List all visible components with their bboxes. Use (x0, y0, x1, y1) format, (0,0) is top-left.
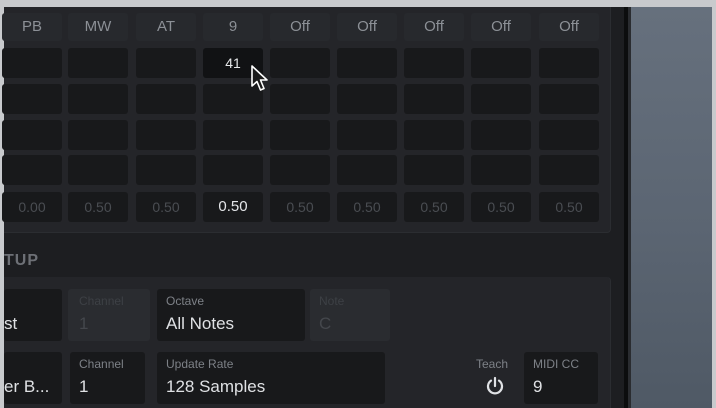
matrix-cell[interactable] (136, 120, 196, 150)
matrix-cell[interactable] (270, 155, 330, 185)
matrix-cell[interactable] (136, 48, 196, 78)
matrix-cell[interactable] (270, 120, 330, 150)
matrix-cell[interactable] (539, 120, 599, 150)
matrix-cell[interactable] (337, 155, 397, 185)
matrix-cell[interactable] (337, 120, 397, 150)
matrix-cell[interactable] (471, 48, 531, 78)
matrix-cell[interactable] (136, 155, 196, 185)
matrix-cell[interactable] (136, 84, 196, 114)
midi-cc-field[interactable]: MIDI CC 9 (524, 352, 598, 404)
amount-value-active[interactable]: 0.50 (203, 192, 263, 222)
matrix-cell[interactable] (2, 48, 62, 78)
amount-value[interactable]: 0.50 (337, 192, 397, 222)
channel-field-disabled: Channel 1 (68, 289, 150, 341)
column-header-off-4[interactable]: Off (471, 13, 531, 41)
column-header-off-5[interactable]: Off (539, 13, 599, 41)
amount-value[interactable]: 0.50 (471, 192, 531, 222)
matrix-cell[interactable] (270, 84, 330, 114)
power-icon (486, 376, 504, 395)
matrix-cell[interactable] (270, 48, 330, 78)
source-field[interactable]: st (4, 289, 62, 341)
note-label: Note (319, 294, 345, 308)
note-field-disabled: Note C (310, 289, 390, 341)
channel-label: Channel (79, 357, 124, 371)
octave-value: All Notes (166, 314, 235, 333)
matrix-cell[interactable] (2, 120, 62, 150)
teach-label: Teach (476, 357, 509, 371)
matrix-cell[interactable] (404, 155, 464, 185)
source-type-field[interactable]: er B... (4, 352, 62, 404)
matrix-cell[interactable] (539, 48, 599, 78)
matrix-cell[interactable] (337, 48, 397, 78)
matrix-cell[interactable] (471, 155, 531, 185)
source-type-value: er B... (4, 377, 50, 396)
matrix-cell[interactable] (2, 84, 62, 114)
matrix-cell[interactable] (68, 120, 128, 150)
note-value: C (319, 314, 332, 333)
column-header-at[interactable]: AT (136, 13, 196, 41)
matrix-cell[interactable] (404, 120, 464, 150)
column-header-off-1[interactable]: Off (270, 13, 330, 41)
channel-label: Channel (79, 294, 124, 308)
column-header-off-2[interactable]: Off (337, 13, 397, 41)
teach-button[interactable]: Teach (469, 352, 519, 404)
mouse-pointer-icon (251, 65, 268, 91)
amount-value[interactable]: 0.00 (2, 192, 62, 222)
section-title-setup: TUP (4, 252, 39, 269)
midi-cc-value: 9 (533, 377, 543, 396)
midi-cc-label: MIDI CC (533, 357, 579, 371)
channel-value: 1 (79, 314, 89, 333)
matrix-cell[interactable] (337, 84, 397, 114)
window-top-border (0, 0, 716, 7)
amount-value[interactable]: 0.50 (404, 192, 464, 222)
matrix-cell[interactable] (2, 155, 62, 185)
column-header-pb[interactable]: PB (2, 13, 62, 41)
matrix-cell[interactable] (203, 120, 263, 150)
update-rate-field[interactable]: Update Rate 128 Samples (157, 352, 385, 404)
matrix-cell[interactable] (404, 84, 464, 114)
window-right-border (712, 7, 716, 408)
matrix-cell[interactable] (404, 48, 464, 78)
update-rate-value: 128 Samples (166, 377, 266, 396)
channel-field[interactable]: Channel 1 (70, 352, 145, 404)
amount-value[interactable]: 0.50 (539, 192, 599, 222)
octave-field[interactable]: Octave All Notes (157, 289, 305, 341)
column-header-off-3[interactable]: Off (404, 13, 464, 41)
amount-value[interactable]: 0.50 (270, 192, 330, 222)
matrix-cell[interactable] (203, 155, 263, 185)
octave-label: Octave (166, 294, 205, 308)
side-panel (631, 7, 716, 408)
matrix-cell[interactable] (68, 48, 128, 78)
column-header-9[interactable]: 9 (203, 13, 263, 41)
matrix-cell[interactable] (68, 84, 128, 114)
update-rate-label: Update Rate (166, 357, 234, 371)
source-value: st (4, 314, 18, 333)
amount-value[interactable]: 0.50 (136, 192, 196, 222)
channel-value: 1 (79, 377, 89, 396)
matrix-cell[interactable] (539, 155, 599, 185)
column-header-mw[interactable]: MW (68, 13, 128, 41)
matrix-cell[interactable] (471, 84, 531, 114)
matrix-cell[interactable] (68, 155, 128, 185)
matrix-cell[interactable] (471, 120, 531, 150)
matrix-cell[interactable] (539, 84, 599, 114)
amount-value[interactable]: 0.50 (68, 192, 128, 222)
